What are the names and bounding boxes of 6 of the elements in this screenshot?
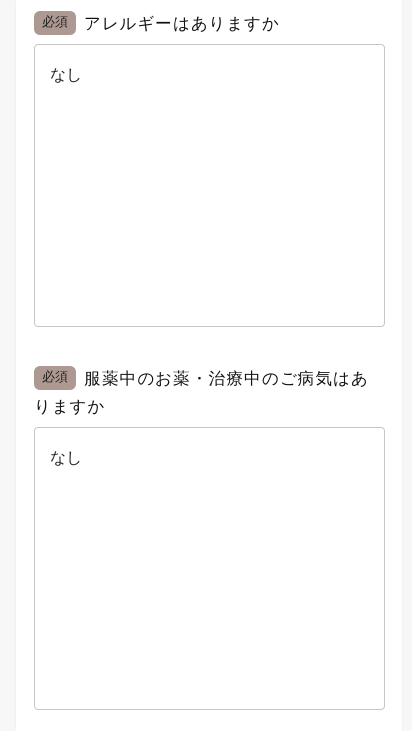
required-badge: 必須 xyxy=(34,366,76,390)
question-text: 必須 アレルギーはありますか xyxy=(34,10,385,38)
answer-field[interactable]: なし xyxy=(34,44,385,327)
answer-field[interactable]: なし xyxy=(34,427,385,710)
question-text: 必須 服薬中のお薬・治療中のご病気はありますか xyxy=(34,365,385,421)
required-badge: 必須 xyxy=(34,11,76,36)
